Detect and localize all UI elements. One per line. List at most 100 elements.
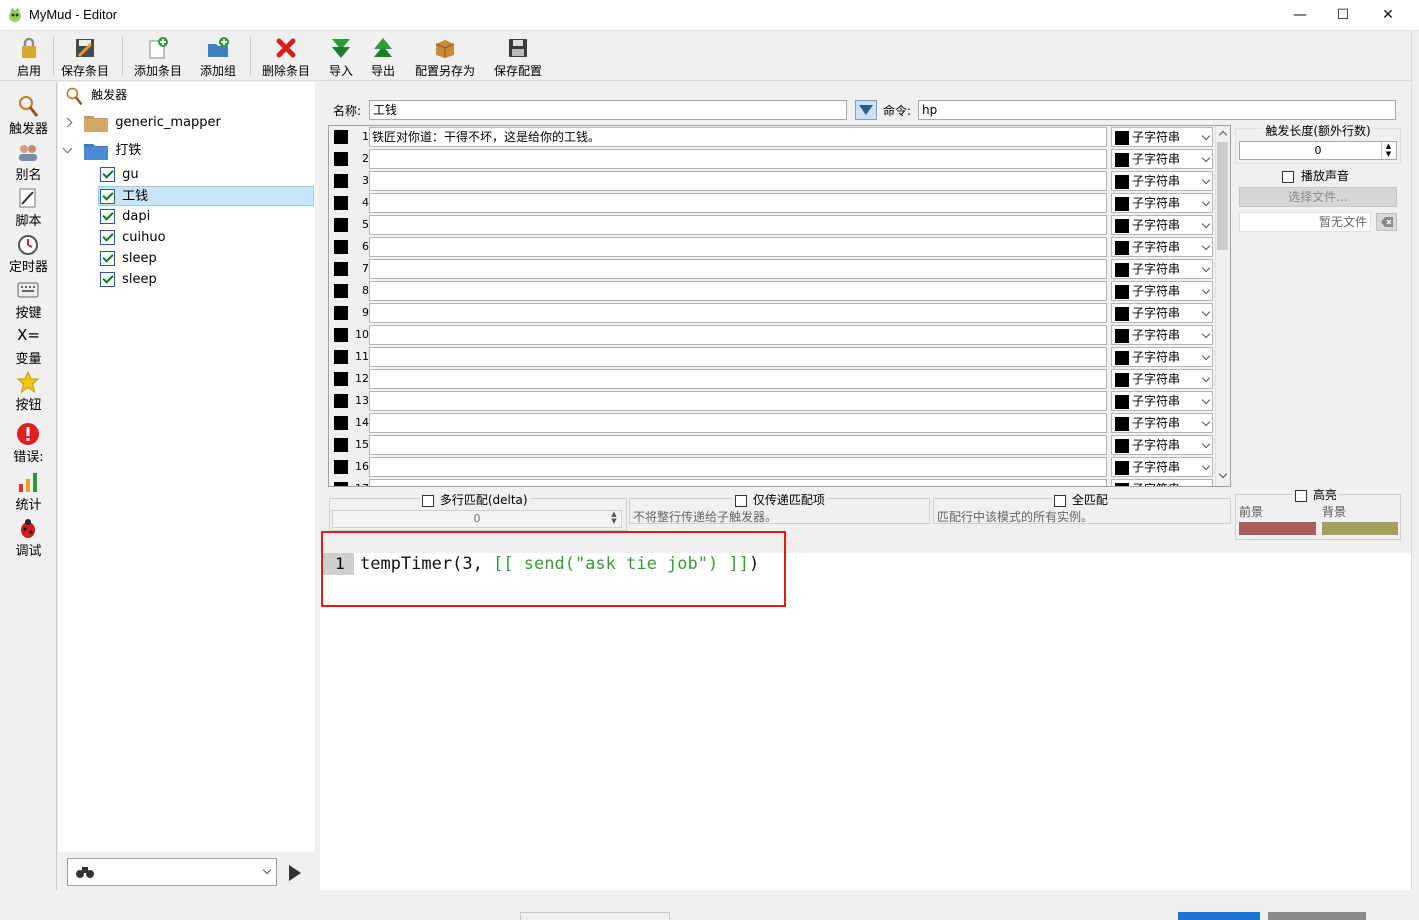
pattern-color-swatch[interactable] — [334, 218, 348, 232]
toolbar-import-button[interactable]: 导入 — [324, 31, 358, 81]
multiline-checkbox[interactable]: 多行匹配(delta) — [420, 491, 530, 508]
foreground-color-swatch[interactable] — [1239, 522, 1316, 535]
background-color-swatch[interactable] — [1322, 522, 1398, 535]
toolbar-save-item-button[interactable]: 保存条目 — [58, 31, 112, 81]
pattern-color-swatch[interactable] — [334, 460, 348, 474]
toolbar-add-item-button[interactable]: 添加条目 — [131, 31, 185, 81]
pattern-type-select[interactable]: 子字符串 — [1111, 127, 1213, 147]
pattern-text-input[interactable] — [369, 369, 1107, 389]
pattern-text-input[interactable] — [369, 149, 1107, 169]
checkbox-checked-icon[interactable] — [100, 189, 115, 204]
pattern-type-select[interactable]: 子字符串 — [1111, 281, 1213, 301]
minimize-button[interactable]: — — [1277, 0, 1323, 31]
tree-item[interactable]: cuihuo — [100, 228, 166, 248]
tree-folder-datie[interactable]: 打铁 — [62, 141, 141, 161]
checkbox[interactable] — [422, 494, 434, 507]
name-input[interactable]: 工钱 — [369, 100, 847, 120]
fire-length-spinbox[interactable]: 0 ▲ ▼ — [1239, 141, 1397, 160]
pattern-color-swatch[interactable] — [334, 284, 348, 298]
checkbox-checked-icon[interactable] — [100, 272, 115, 287]
play-arrow-icon[interactable] — [289, 865, 301, 881]
pattern-color-swatch[interactable] — [334, 372, 348, 386]
pattern-text-input[interactable] — [369, 281, 1107, 301]
toolbar-delete-item-button[interactable]: 删除条目 — [259, 31, 313, 81]
pattern-type-select[interactable]: 子字符串 — [1111, 435, 1213, 455]
pattern-type-select[interactable]: 子字符串 — [1111, 149, 1213, 169]
toolbar-enable-button[interactable]: 启用 — [7, 31, 51, 81]
pattern-color-swatch[interactable] — [334, 196, 348, 210]
pattern-type-select[interactable]: 子字符串 — [1111, 391, 1213, 411]
spin-arrows-icon[interactable]: ▲ ▼ — [608, 511, 620, 527]
search-combo[interactable] — [67, 858, 277, 886]
pattern-text-input[interactable] — [369, 347, 1107, 367]
pattern-text-input[interactable]: 铁匠对你道：干得不坏，这是给你的工钱。 — [369, 127, 1107, 147]
pattern-color-swatch[interactable] — [334, 152, 348, 166]
pattern-color-swatch[interactable] — [334, 328, 348, 342]
checkbox[interactable] — [1054, 494, 1066, 507]
sidebar-item-scripts[interactable]: 脚本 — [0, 186, 57, 232]
tree-item[interactable]: sleep — [100, 270, 157, 290]
pattern-color-swatch[interactable] — [334, 306, 348, 320]
scroll-down-icon[interactable] — [1218, 469, 1228, 479]
pattern-type-select[interactable]: 子字符串 — [1111, 369, 1213, 389]
pattern-text-input[interactable] — [369, 171, 1107, 191]
checkbox[interactable] — [735, 494, 747, 507]
pattern-scrollbar[interactable] — [1215, 126, 1230, 486]
checkbox-checked-icon[interactable] — [100, 230, 115, 245]
pattern-type-select[interactable]: 子字符串 — [1111, 215, 1213, 235]
checkbox-checked-icon[interactable] — [100, 167, 115, 182]
checkbox[interactable] — [1295, 489, 1307, 502]
sidebar-item-triggers[interactable]: 触发器 — [0, 94, 57, 140]
sidebar-item-buttons[interactable]: 按钮 — [0, 370, 57, 416]
pattern-type-select[interactable]: 子字符串 — [1111, 259, 1213, 279]
pattern-text-input[interactable] — [369, 413, 1107, 433]
pattern-color-swatch[interactable] — [334, 130, 348, 144]
sidebar-item-debug[interactable]: 调试 — [0, 516, 57, 562]
filter-checkbox[interactable]: 仅传递匹配项 — [733, 491, 827, 508]
pattern-type-select[interactable]: 子字符串 — [1111, 193, 1213, 213]
sidebar-item-timers[interactable]: 定时器 — [0, 232, 57, 278]
close-button[interactable]: ✕ — [1365, 0, 1411, 31]
maximize-button[interactable]: ☐ — [1320, 0, 1366, 31]
pattern-text-input[interactable] — [369, 215, 1107, 235]
pattern-color-swatch[interactable] — [334, 438, 348, 452]
spin-arrows-icon[interactable]: ▲ ▼ — [1381, 142, 1395, 159]
pattern-type-select[interactable]: 子字符串 — [1111, 347, 1213, 367]
sidebar-item-errors[interactable]: 错误: — [0, 422, 57, 468]
pattern-color-swatch[interactable] — [334, 350, 348, 364]
pattern-text-input[interactable] — [369, 259, 1107, 279]
pattern-type-dropdown-button[interactable] — [855, 100, 877, 120]
tree-folder-generic-mapper[interactable]: generic_mapper — [62, 113, 221, 133]
pattern-type-select[interactable]: 子字符串 — [1111, 237, 1213, 257]
pattern-type-select[interactable]: 子字符串 — [1111, 479, 1213, 486]
sidebar-item-variables[interactable]: X= 变量 — [0, 324, 57, 370]
pattern-text-input[interactable] — [369, 391, 1107, 411]
pattern-text-input[interactable] — [369, 303, 1107, 323]
pattern-text-input[interactable] — [369, 193, 1107, 213]
pattern-color-swatch[interactable] — [334, 240, 348, 254]
pattern-type-select[interactable]: 子字符串 — [1111, 325, 1213, 345]
sidebar-item-aliases[interactable]: 别名 — [0, 140, 57, 186]
toolbar-export-button[interactable]: 导出 — [366, 31, 400, 81]
checkbox-checked-icon[interactable] — [100, 209, 115, 224]
pattern-color-swatch[interactable] — [334, 416, 348, 430]
pattern-text-input[interactable] — [369, 457, 1107, 477]
pattern-type-select[interactable]: 子字符串 — [1111, 413, 1213, 433]
tree-item[interactable]: dapi — [100, 207, 150, 227]
scroll-up-icon[interactable] — [1218, 130, 1228, 140]
highlight-checkbox[interactable]: 高亮 — [1293, 486, 1339, 503]
tree-item[interactable]: sleep — [100, 249, 157, 269]
choose-file-button[interactable]: 选择文件... — [1239, 187, 1397, 207]
pattern-color-swatch[interactable] — [334, 262, 348, 276]
pattern-color-swatch[interactable] — [334, 394, 348, 408]
sidebar-item-stats[interactable]: 统计 — [0, 470, 57, 516]
pattern-color-swatch[interactable] — [334, 174, 348, 188]
tree-root[interactable]: 触发器 — [64, 85, 127, 105]
multiline-delta-spinbox[interactable]: 0 ▲ ▼ — [332, 510, 622, 528]
sidebar-item-keys[interactable]: 按键 — [0, 278, 57, 324]
command-input[interactable]: hp — [918, 100, 1396, 120]
match-all-checkbox[interactable]: 全匹配 — [1052, 491, 1110, 508]
checkbox-checked-icon[interactable] — [100, 251, 115, 266]
checkbox[interactable] — [1282, 170, 1294, 183]
toolbar-save-config-as-button[interactable]: 配置另存为 — [410, 31, 480, 81]
